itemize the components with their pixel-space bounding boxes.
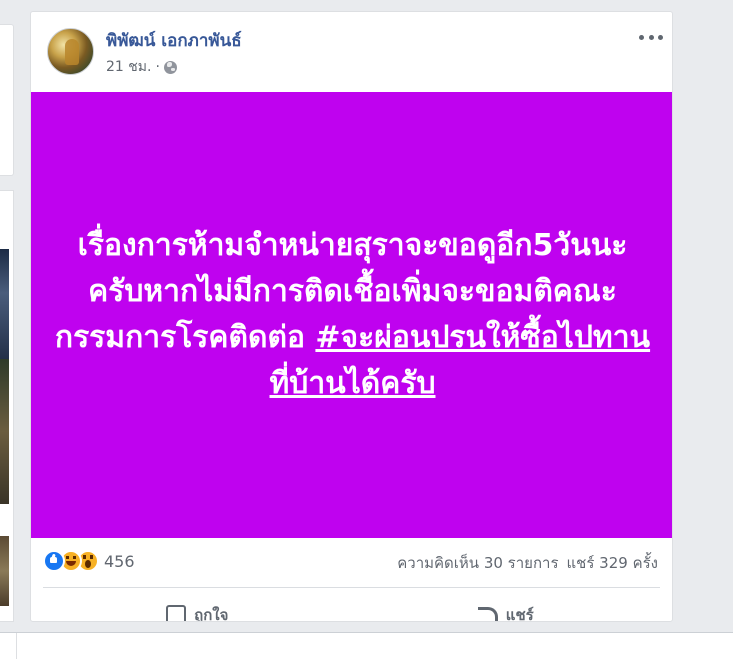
like-icon [43, 550, 65, 572]
author-name-link[interactable]: พิพัฒน์ เอกภาพันธ์ [106, 30, 242, 52]
comments-count-link[interactable]: ความคิดเห็น 30 รายการ [397, 551, 558, 575]
post-meta: 21 ชม. · [106, 58, 177, 76]
shares-count-link[interactable]: แชร์ 329 ครั้ง [567, 551, 659, 575]
feed-post: พิพัฒน์ เอกภาพันธ์ 21 ชม. · เรื่องการห้า… [30, 11, 673, 622]
bottom-divider [16, 633, 17, 659]
post-timestamp[interactable]: 21 ชม. [106, 58, 151, 76]
post-stats: 456 ความคิดเห็น 30 รายการ แชร์ 329 ครั้ง [43, 549, 660, 573]
thumbs-up-icon [166, 605, 187, 621]
hashtag-link[interactable]: #จะผ่อนปรนให้ซื้อไปทานที่บ้านได้ครับ [270, 320, 651, 401]
avatar-image [65, 39, 79, 65]
like-button[interactable]: ถูกใจ [43, 592, 352, 622]
share-button-label: แชร์ [505, 606, 534, 622]
meta-separator: · [155, 59, 160, 75]
sidebar-thumbnail[interactable] [0, 359, 9, 504]
bottom-bar [0, 632, 733, 659]
post-content: เรื่องการห้ามจำหน่ายสุราจะขอดูอีก5วันนะค… [31, 92, 672, 538]
sidebar-card-bottom [0, 190, 14, 622]
like-button-label: ถูกใจ [194, 606, 229, 622]
post-text: เรื่องการห้ามจำหน่ายสุราจะขอดูอีก5วันนะค… [53, 223, 653, 407]
globe-icon[interactable] [163, 60, 177, 74]
reaction-count: 456 [104, 551, 135, 571]
share-button[interactable]: แชร์ [352, 592, 661, 622]
post-actions: ถูกใจ แชร์ [43, 592, 661, 622]
stats-right: ความคิดเห็น 30 รายการ แชร์ 329 ครั้ง [397, 551, 658, 575]
sidebar-card-top [0, 24, 14, 176]
reactions-summary[interactable]: 456 [43, 550, 135, 572]
share-arrow-icon [477, 607, 498, 621]
sidebar-thumbnail[interactable] [0, 249, 9, 359]
sidebar-thumbnail[interactable] [0, 536, 9, 606]
more-options-icon[interactable] [639, 30, 663, 44]
author-avatar[interactable] [47, 28, 94, 75]
divider [43, 587, 660, 588]
